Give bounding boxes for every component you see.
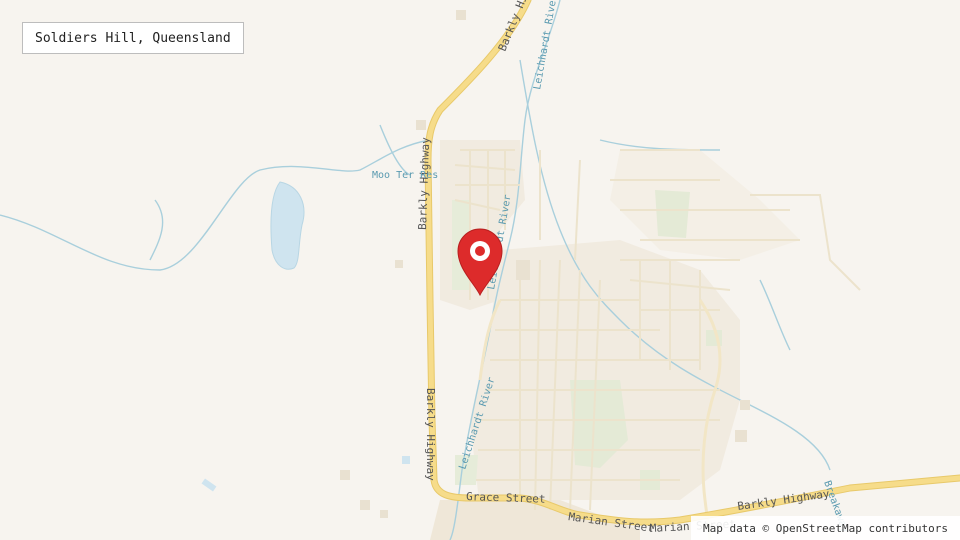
place-title-text: Soldiers Hill, Queensland — [35, 30, 231, 46]
attribution-text: Map data © OpenStreetMap contributors — [702, 521, 948, 535]
map-canvas[interactable]: Barkly Highway Barkly Highway Barkly Hig… — [0, 0, 960, 540]
small-water-body — [402, 456, 410, 464]
map-attribution: Map data © OpenStreetMap contributors — [690, 516, 960, 540]
label-reservoir: Moo Ter Res — [372, 170, 438, 181]
label-barkly-highway-south: Barkly Highway — [424, 388, 437, 481]
place-title: Soldiers Hill, Queensland — [22, 22, 244, 54]
label-grace-street: Grace Street — [466, 490, 546, 506]
